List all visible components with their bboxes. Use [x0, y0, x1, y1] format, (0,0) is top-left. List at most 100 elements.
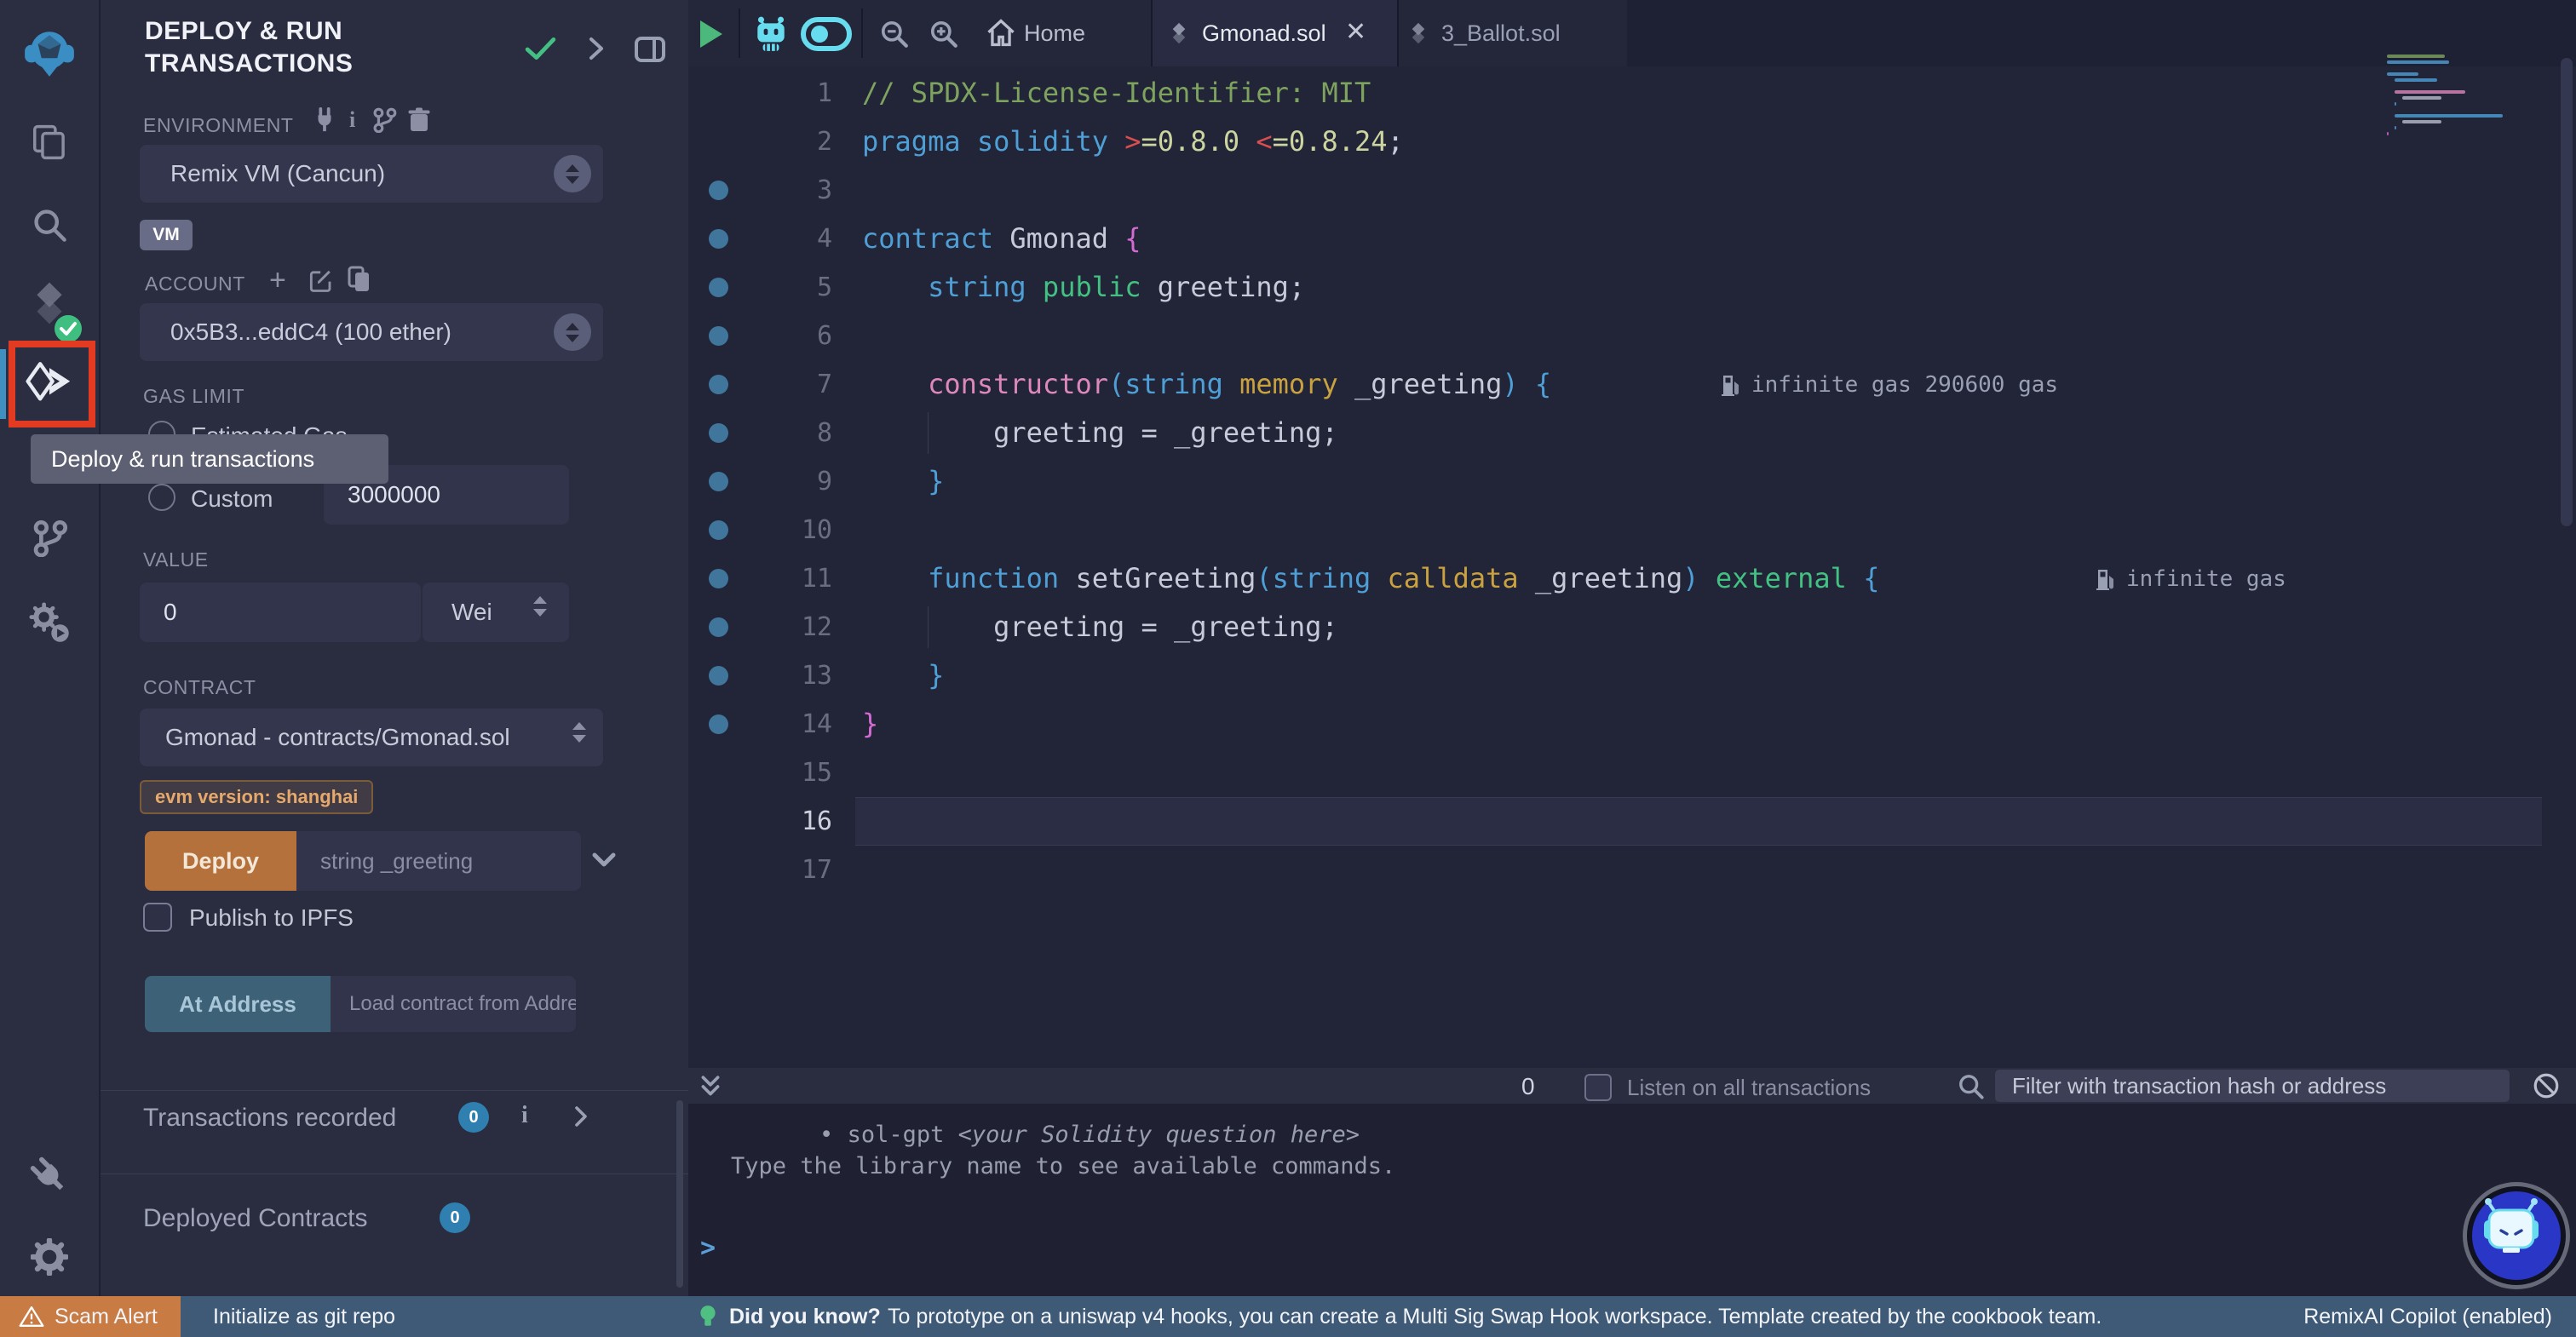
- publish-ipfs-checkbox[interactable]: [143, 903, 172, 932]
- evm-version-badge: evm version: shanghai: [140, 780, 373, 814]
- terminal-search-icon[interactable]: [1958, 1073, 1985, 1105]
- environment-info-icon[interactable]: i: [349, 107, 355, 133]
- compile-success-badge-icon: [55, 315, 82, 342]
- toolbar-divider: [861, 9, 863, 58]
- code-line: 17: [688, 846, 2576, 894]
- at-address-button[interactable]: At Address: [145, 976, 331, 1032]
- tab-ballot[interactable]: 3_Ballot.sol: [1395, 0, 1627, 66]
- code-line: 6: [688, 312, 2576, 360]
- panel-scrollbar[interactable]: [676, 1100, 683, 1288]
- tab-home[interactable]: Home: [1024, 20, 1085, 47]
- listen-transactions-label: Listen on all transactions: [1627, 1075, 1871, 1101]
- code-line: 12 greeting = _greeting;: [688, 603, 2576, 651]
- gutter-dot-icon: [709, 278, 728, 297]
- annotation-highlight-box: [9, 341, 95, 427]
- transactions-info-icon[interactable]: i: [521, 1102, 528, 1129]
- toolbar-divider: [739, 9, 740, 58]
- custom-gas-radio[interactable]: [148, 484, 175, 511]
- account-edit-icon[interactable]: [308, 267, 334, 297]
- close-tab-icon[interactable]: ✕: [1345, 17, 1366, 47]
- remix-logo-icon[interactable]: [0, 24, 99, 80]
- account-add-icon[interactable]: +: [269, 264, 286, 297]
- clear-terminal-icon[interactable]: [2532, 1071, 2561, 1105]
- value-input[interactable]: 0: [140, 582, 421, 642]
- section-divider: [101, 1173, 688, 1174]
- select-arrows-icon: [572, 722, 586, 743]
- minimap[interactable]: [2387, 55, 2545, 174]
- plugin-manager-icon[interactable]: [0, 601, 99, 644]
- gutter-dot-icon: [709, 666, 728, 686]
- editor-tab-bar: Home Gmonad.sol ✕ 3_Ballot.sol: [688, 0, 2576, 66]
- transactions-count-badge: 0: [458, 1102, 489, 1133]
- terminal[interactable]: • sol-gpt <your Solidity question here> …: [688, 1104, 2576, 1296]
- gutter-dot-icon: [709, 181, 728, 200]
- copilot-status[interactable]: RemixAI Copilot (enabled): [2303, 1305, 2552, 1329]
- deploy-button[interactable]: Deploy: [145, 831, 296, 891]
- gutter-dot-icon: [709, 423, 728, 443]
- gutter-dot-icon: [709, 375, 728, 394]
- terminal-prompt[interactable]: >: [700, 1233, 716, 1263]
- git-icon[interactable]: [0, 519, 99, 557]
- tab-gmonad[interactable]: Gmonad.sol ✕: [1151, 0, 1399, 66]
- account-label: ACCOUNT: [145, 273, 245, 296]
- environment-plug-icon[interactable]: [312, 107, 337, 137]
- code-line: 3: [688, 166, 2576, 215]
- ai-robot-icon[interactable]: [753, 15, 789, 57]
- code-line: 4contract Gmonad {: [688, 215, 2576, 263]
- code-line: 7 constructor(string memory _greeting) {…: [688, 360, 2576, 409]
- panel-collapse-chevron-icon[interactable]: [588, 36, 605, 66]
- panel-check-icon: [525, 36, 557, 66]
- remix-ai-assistant-button[interactable]: [2467, 1186, 2566, 1285]
- editor-scrollbar[interactable]: [2561, 58, 2573, 526]
- git-init-button[interactable]: Initialize as git repo: [213, 1305, 395, 1329]
- code-line: 15: [688, 749, 2576, 797]
- settings-gear-icon[interactable]: [0, 1238, 99, 1276]
- terminal-expand-icon[interactable]: [699, 1075, 722, 1103]
- run-script-icon[interactable]: [700, 20, 722, 48]
- gutter-dot-icon: [709, 326, 728, 346]
- search-icon[interactable]: [0, 206, 99, 244]
- filter-transactions-input[interactable]: Filter with transaction hash or address: [1995, 1070, 2510, 1102]
- at-address-input[interactable]: Load contract from Addre: [331, 976, 576, 1032]
- code-line: 16: [688, 797, 2576, 846]
- warning-icon: [19, 1305, 44, 1328]
- file-explorer-icon[interactable]: [0, 123, 99, 162]
- account-copy-icon[interactable]: [348, 266, 371, 297]
- panel-pin-layout-icon[interactable]: [634, 36, 666, 67]
- publish-ipfs-label: Publish to IPFS: [189, 904, 354, 932]
- terminal-line: Type the library name to see available c…: [731, 1153, 1395, 1179]
- gas-limit-label: GAS LIMIT: [143, 385, 244, 408]
- deploy-param-input[interactable]: string _greeting: [296, 831, 581, 891]
- gutter-dot-icon: [709, 617, 728, 637]
- home-icon[interactable]: [985, 17, 1017, 54]
- zoom-in-icon[interactable]: [929, 19, 959, 54]
- gas-estimate-annotation: infinite gas: [2096, 566, 2286, 592]
- environment-fork-icon[interactable]: [371, 107, 397, 137]
- deploy-tooltip: Deploy & run transactions: [31, 434, 388, 484]
- copilot-toggle-icon[interactable]: [801, 17, 852, 55]
- code-line: 8 greeting = _greeting;: [688, 409, 2576, 457]
- value-label: VALUE: [143, 548, 209, 571]
- environment-label: ENVIRONMENT: [143, 114, 294, 137]
- solidity-compiler-icon[interactable]: [0, 281, 99, 325]
- environment-delete-icon[interactable]: [407, 107, 431, 137]
- contract-select[interactable]: Gmonad - contracts/Gmonad.sol: [140, 709, 603, 766]
- remix-ide-window: DEPLOY & RUN TRANSACTIONS ENVIRONMENT i: [0, 0, 2576, 1337]
- transactions-expand-chevron-icon[interactable]: [574, 1105, 588, 1132]
- environment-select[interactable]: Remix VM (Cancun): [140, 145, 603, 203]
- zoom-out-icon[interactable]: [879, 19, 910, 54]
- deployed-contracts-label[interactable]: Deployed Contracts: [143, 1204, 367, 1233]
- select-arrows-icon: [554, 313, 591, 351]
- listen-transactions-checkbox[interactable]: [1584, 1074, 1612, 1101]
- plugin-connector-icon[interactable]: [0, 1156, 99, 1196]
- contract-label: CONTRACT: [143, 676, 256, 699]
- value-unit-select[interactable]: Wei: [423, 582, 569, 642]
- gas-estimate-annotation: infinite gas 290600 gas: [1721, 372, 2058, 398]
- activity-bar: [0, 0, 101, 1296]
- account-select[interactable]: 0x5B3...eddC4 (100 ether): [140, 303, 603, 361]
- scam-alert-button[interactable]: Scam Alert: [0, 1296, 181, 1337]
- code-editor[interactable]: 1// SPDX-License-Identifier: MIT2pragma …: [688, 69, 2576, 894]
- transactions-recorded-label[interactable]: Transactions recorded: [143, 1104, 396, 1133]
- section-divider: [101, 1090, 688, 1091]
- deploy-expand-chevron-icon[interactable]: [591, 852, 617, 873]
